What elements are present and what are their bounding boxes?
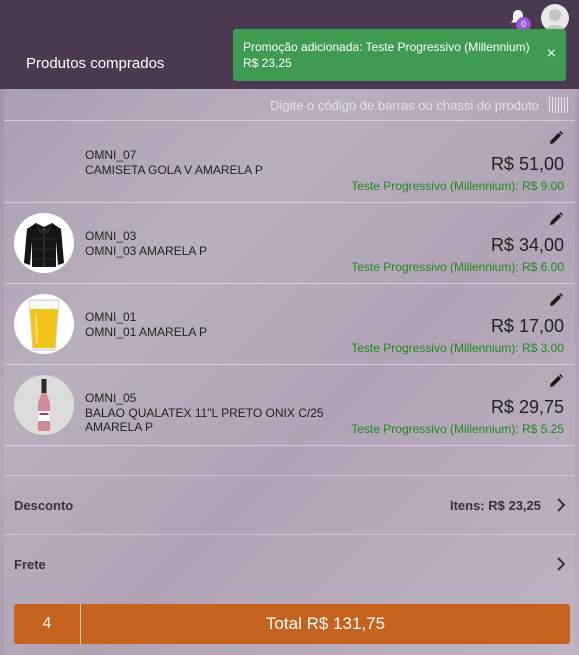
promotion-toast: Promoção adicionada: Teste Progressivo (… xyxy=(233,29,566,81)
bottle-image xyxy=(38,379,50,431)
pencil-icon[interactable] xyxy=(548,211,564,227)
close-icon[interactable]: × xyxy=(547,46,556,62)
product-description: OMNI_03 AMARELA P xyxy=(85,244,208,258)
product-price: R$ 17,00 xyxy=(490,316,564,336)
shipping-row[interactable]: Frete xyxy=(4,534,575,592)
promotion-text: Teste Progressivo (Millennium): R$ 5.25 xyxy=(351,422,564,436)
barcode-search xyxy=(4,89,575,121)
barcode-icon[interactable] xyxy=(549,97,569,113)
list-item[interactable]: OMNI_07 CAMISETA GOLA V AMARELA P R$ 51,… xyxy=(4,122,575,203)
checkout-button[interactable]: 4 Total R$ 131,75 xyxy=(14,604,570,644)
list-item[interactable]: OMNI_01 OMNI_01 AMARELA P R$ 17,00 Teste… xyxy=(4,284,575,365)
shipping-label: Frete xyxy=(14,557,46,572)
product-description: CAMISETA GOLA V AMARELA P xyxy=(85,163,263,177)
list-item[interactable]: OMNI_05 BALAO QUALATEX 11"L PRETO ONIX C… xyxy=(4,365,575,446)
chevron-right-icon xyxy=(557,498,566,512)
product-code: OMNI_05 xyxy=(85,391,137,405)
promotion-text: Teste Progressivo (Millennium): R$ 3.00 xyxy=(351,341,564,355)
product-image-jacket xyxy=(14,213,74,273)
chevron-right-icon xyxy=(557,557,566,571)
page-title: Produtos comprados xyxy=(26,55,165,72)
discount-label: Desconto xyxy=(14,498,74,513)
user-icon xyxy=(544,9,566,32)
product-code: OMNI_01 xyxy=(85,310,137,324)
product-price: R$ 29,75 xyxy=(490,397,564,417)
product-image-bottle xyxy=(14,375,74,435)
discount-row[interactable]: Desconto Itens: R$ 23,25 xyxy=(4,475,575,533)
product-description: OMNI_01 AMARELA P xyxy=(85,325,208,339)
product-price: R$ 51,00 xyxy=(490,154,564,174)
discount-value: Itens: R$ 23,25 xyxy=(449,498,541,513)
barcode-input[interactable] xyxy=(239,95,539,115)
item-count: 4 xyxy=(14,604,81,644)
avatar[interactable] xyxy=(541,4,569,32)
total-amount: Total R$ 131,75 xyxy=(265,614,386,633)
product-code: OMNI_07 xyxy=(85,148,137,162)
promotion-text: Teste Progressivo (Millennium): R$ 9.00 xyxy=(351,179,564,193)
list-item[interactable]: OMNI_03 OMNI_03 AMARELA P R$ 34,00 Teste… xyxy=(4,203,575,284)
toast-amount: R$ 23,25 xyxy=(243,56,292,70)
product-description: BALAO QUALATEX 11"L PRETO ONIX C/25 AMAR… xyxy=(85,406,324,434)
product-image-beer-glass xyxy=(14,294,74,354)
product-price: R$ 34,00 xyxy=(490,235,564,255)
jacket-image xyxy=(24,222,64,267)
pencil-icon[interactable] xyxy=(548,130,564,146)
product-code: OMNI_03 xyxy=(85,229,137,243)
toast-message: Promoção adicionada: Teste Progressivo (… xyxy=(243,40,530,54)
promotion-text: Teste Progressivo (Millennium): R$ 6.00 xyxy=(351,260,564,274)
pencil-icon[interactable] xyxy=(548,292,564,308)
pencil-icon[interactable] xyxy=(548,373,564,389)
beer-glass-image xyxy=(28,299,60,351)
